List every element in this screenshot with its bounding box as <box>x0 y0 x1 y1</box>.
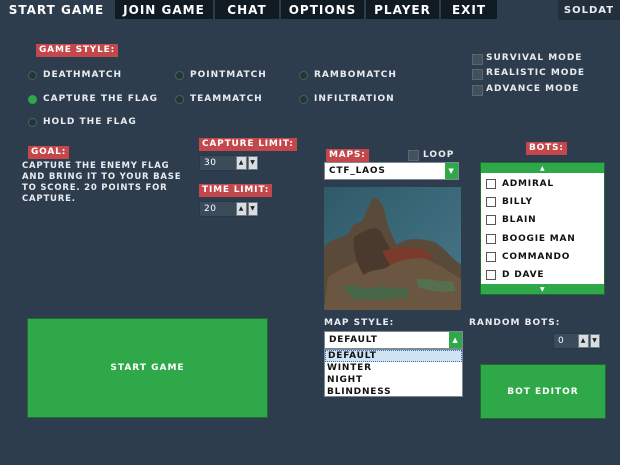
tab-chat[interactable]: Chat <box>215 0 279 19</box>
map-style-option-default[interactable]: Default <box>325 350 462 362</box>
goal-label: Goal: <box>28 146 70 159</box>
checkbox-icon[interactable] <box>486 215 496 225</box>
checkbox-icon[interactable] <box>486 234 496 244</box>
map-select[interactable]: ctf_Laos ▼ <box>324 162 459 180</box>
bot-name: Blain <box>502 215 537 225</box>
map-preview-image <box>324 187 461 310</box>
map-style-option-winter[interactable]: Winter <box>325 362 462 374</box>
label-teammatch: Teammatch <box>190 94 263 104</box>
map-style-option-night[interactable]: Night <box>325 374 462 386</box>
map-style-select-value: Default <box>329 335 378 345</box>
label-deathmatch: Deathmatch <box>43 70 123 80</box>
up-arrow-icon[interactable]: ▲ <box>236 202 247 216</box>
bot-name: Commando <box>502 252 571 262</box>
radio-teammatch[interactable] <box>175 95 184 104</box>
checkbox-icon[interactable] <box>486 197 496 207</box>
tab-join-game[interactable]: Join Game <box>115 0 213 19</box>
start-game-button[interactable]: Start Game <box>27 318 268 418</box>
soldat-brand: Soldat <box>558 0 620 20</box>
capture-limit-stepper[interactable]: ▲ ▼ <box>236 156 258 170</box>
checkbox-survival-mode[interactable] <box>472 54 483 65</box>
random-bots-label: Random Bots: <box>469 318 561 328</box>
down-arrow-icon[interactable]: ▼ <box>247 202 258 216</box>
bots-label: Bots: <box>526 142 567 155</box>
checkbox-icon[interactable] <box>486 270 496 280</box>
tab-exit[interactable]: Exit <box>441 0 497 19</box>
capture-limit-value: 30 <box>204 158 217 168</box>
radio-pointmatch[interactable] <box>175 71 184 80</box>
label-infiltration: Infiltration <box>314 94 395 104</box>
label-realistic-mode: Realistic Mode <box>486 68 586 78</box>
bot-editor-button[interactable]: Bot Editor <box>480 364 606 419</box>
label-advance-mode: Advance Mode <box>486 84 580 94</box>
maps-label: Maps: <box>326 149 369 162</box>
checkbox-icon[interactable] <box>486 252 496 262</box>
game-style-label: Game Style: <box>36 44 119 57</box>
tab-options[interactable]: Options <box>281 0 364 19</box>
radio-rambomatch[interactable] <box>299 71 308 80</box>
checkbox-icon[interactable] <box>486 179 496 189</box>
label-rambomatch: Rambomatch <box>314 70 397 80</box>
bot-name: Boogie Man <box>502 234 576 244</box>
random-bots-stepper[interactable]: ▲ ▼ <box>578 334 600 348</box>
radio-infiltration[interactable] <box>299 95 308 104</box>
bot-name: D Dave <box>502 270 545 280</box>
label-capture-the-flag: Capture the Flag <box>43 94 159 104</box>
map-style-label: Map Style: <box>324 318 395 328</box>
bot-item-d-dave[interactable]: D Dave <box>486 268 544 282</box>
map-select-value: ctf_Laos <box>329 166 386 176</box>
capture-limit-label: Capture Limit: <box>199 138 297 151</box>
chevron-up-icon[interactable]: ▲ <box>449 332 462 348</box>
down-arrow-icon[interactable]: ▼ <box>589 334 600 348</box>
time-limit-label: Time Limit: <box>199 184 273 197</box>
tab-player[interactable]: Player <box>366 0 439 19</box>
random-bots-value: 0 <box>558 336 565 346</box>
bot-name: Admiral <box>502 179 554 189</box>
bot-item-boogie-man[interactable]: Boogie Man <box>486 232 576 246</box>
scroll-down-icon[interactable]: ▼ <box>481 284 604 294</box>
chevron-down-icon[interactable]: ▼ <box>445 163 458 179</box>
checkbox-loop[interactable] <box>408 150 419 161</box>
bot-item-commando[interactable]: Commando <box>486 250 570 264</box>
radio-deathmatch[interactable] <box>28 71 37 80</box>
down-arrow-icon[interactable]: ▼ <box>247 156 258 170</box>
main-tab-bar: Start Game Join Game Chat Options Player… <box>0 0 620 20</box>
time-limit-stepper[interactable]: ▲ ▼ <box>236 202 258 216</box>
label-loop: Loop <box>423 150 455 160</box>
label-pointmatch: Pointmatch <box>190 70 267 80</box>
map-style-option-blindness[interactable]: Blindness <box>325 386 462 398</box>
tab-start-game[interactable]: Start Game <box>0 0 113 19</box>
up-arrow-icon[interactable]: ▲ <box>578 334 589 348</box>
checkbox-advance-mode[interactable] <box>472 85 483 96</box>
time-limit-value: 20 <box>204 204 217 214</box>
bot-item-admiral[interactable]: Admiral <box>486 177 554 191</box>
bot-name: Billy <box>502 197 533 207</box>
map-style-dropdown[interactable]: Default Winter Night Blindness <box>324 349 463 397</box>
radio-capture-the-flag[interactable] <box>28 95 37 104</box>
label-survival-mode: Survival Mode <box>486 53 583 63</box>
bot-item-blain[interactable]: Blain <box>486 213 536 227</box>
label-hold-the-flag: Hold the Flag <box>43 117 137 127</box>
map-style-select[interactable]: Default ▲ <box>324 331 463 349</box>
bot-item-billy[interactable]: Billy <box>486 195 533 209</box>
scroll-up-icon[interactable]: ▲ <box>481 163 604 173</box>
goal-description: Capture the enemy flag and bring it to y… <box>22 161 182 204</box>
up-arrow-icon[interactable]: ▲ <box>236 156 247 170</box>
radio-hold-the-flag[interactable] <box>28 118 37 127</box>
checkbox-realistic-mode[interactable] <box>472 69 483 80</box>
bots-list[interactable]: ▲ Admiral Billy Blain Boogie Man Command… <box>480 162 605 295</box>
